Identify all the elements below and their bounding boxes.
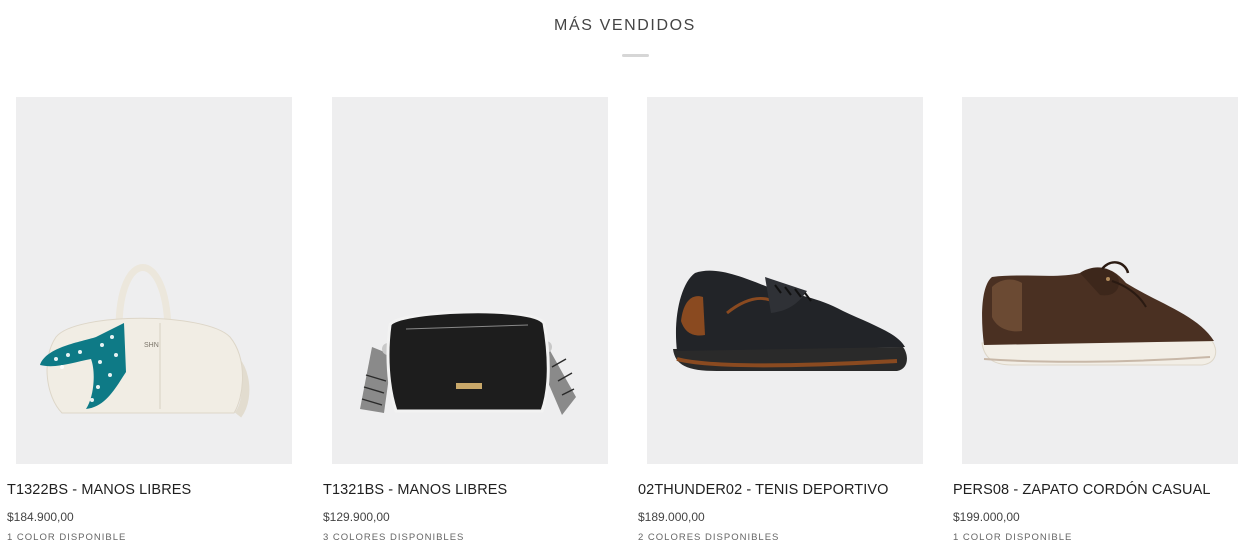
white-handbag-with-scarf-icon: SHN: [40, 264, 250, 418]
product-card[interactable]: T1321BS - MANOS LIBRES $129.900,00 3 COL…: [323, 97, 613, 560]
svg-text:SHN: SHN: [144, 342, 159, 349]
product-colors-available: 3 COLORES DISPONIBLES: [323, 532, 465, 543]
product-price: $184.900,00: [7, 510, 74, 524]
product-name[interactable]: T1321BS - MANOS LIBRES: [323, 482, 507, 498]
product-name[interactable]: PERS08 - ZAPATO CORDÓN CASUAL: [953, 482, 1211, 498]
product-price: $129.900,00: [323, 510, 390, 524]
product-card[interactable]: PERS08 - ZAPATO CORDÓN CASUAL $199.000,0…: [953, 97, 1243, 560]
product-card[interactable]: 02THUNDER02 - TENIS DEPORTIVO $189.000,0…: [638, 97, 928, 560]
product-image[interactable]: [962, 97, 1238, 464]
product-price: $199.000,00: [953, 510, 1020, 524]
product-colors-available: 1 COLOR DISPONIBLE: [953, 532, 1073, 543]
section-title: MÁS VENDIDOS: [554, 17, 696, 34]
product-image[interactable]: [647, 97, 923, 464]
product-grid: SHN T1322BS - MANOS LIBRES $184.900,00 1…: [0, 97, 1250, 560]
product-card[interactable]: SHN T1322BS - MANOS LIBRES $184.900,00 1…: [7, 97, 297, 560]
black-crossbody-bag-icon: [360, 310, 576, 415]
product-price: $189.000,00: [638, 510, 705, 524]
product-name[interactable]: 02THUNDER02 - TENIS DEPORTIVO: [638, 482, 889, 498]
product-image[interactable]: SHN: [16, 97, 292, 464]
product-image[interactable]: [332, 97, 608, 464]
black-sneaker-icon: [673, 270, 907, 371]
product-colors-available: 2 COLORES DISPONIBLES: [638, 532, 780, 543]
product-colors-available: 1 COLOR DISPONIBLE: [7, 532, 127, 543]
title-divider: [622, 54, 649, 57]
product-name[interactable]: T1322BS - MANOS LIBRES: [7, 482, 191, 498]
brown-casual-shoe-icon: [981, 261, 1217, 366]
